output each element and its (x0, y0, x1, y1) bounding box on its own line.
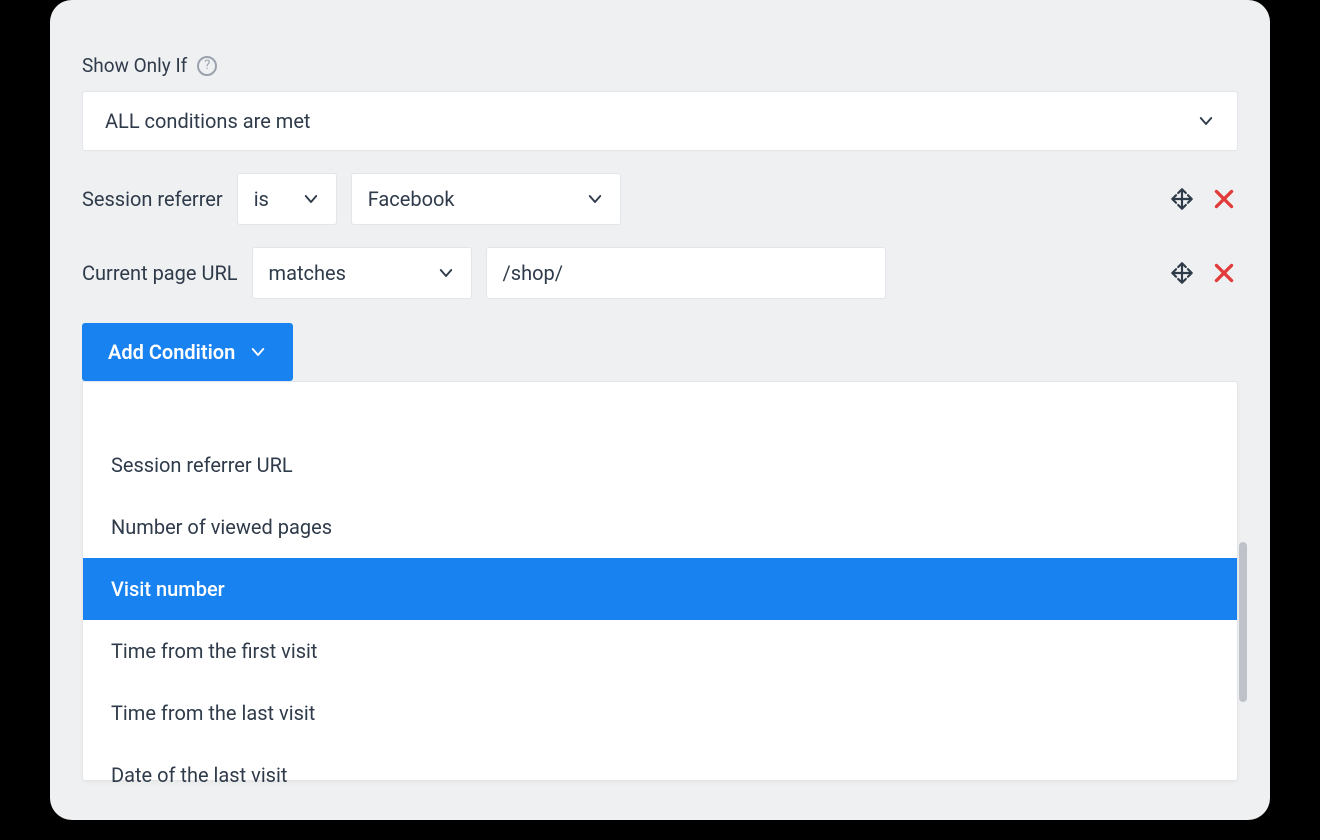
delete-icon[interactable] (1210, 185, 1238, 213)
match-mode-select[interactable]: ALL conditions are met (82, 91, 1238, 151)
condition-field-label: Session referrer (82, 187, 223, 211)
condition-field-label: Current page URL (82, 261, 238, 285)
dropdown-item-visit-number[interactable]: Visit number (83, 558, 1237, 620)
drag-handle-icon[interactable] (1168, 259, 1196, 287)
conditions-panel: Show Only If ? ALL conditions are met Se… (50, 0, 1270, 820)
add-condition-label: Add Condition (108, 340, 235, 364)
condition-operator-select[interactable]: is (237, 173, 337, 225)
chevron-down-icon (1197, 112, 1215, 130)
dropdown-item-label: Time from the last visit (111, 701, 315, 725)
drag-handle-icon[interactable] (1168, 185, 1196, 213)
add-condition-button[interactable]: Add Condition (82, 323, 293, 381)
dropdown-item-label: Date of the last visit (111, 763, 287, 787)
condition-value: Facebook (368, 187, 455, 211)
dropdown-item-date-last-visit[interactable]: Date of the last visit (83, 744, 1237, 806)
condition-operator-value: is (254, 187, 269, 211)
condition-value-input[interactable]: /shop/ (486, 247, 886, 299)
dropdown-item-session-referrer-url[interactable]: Session referrer URL (83, 434, 1237, 496)
condition-row: Session referrer is Facebook (82, 173, 1238, 225)
dropdown-item-label: Visit number (111, 577, 225, 601)
dropdown-item-label: Session referrer URL (111, 453, 293, 477)
dropdown-item-label: Time from the first visit (111, 639, 317, 663)
section-header: Show Only If ? (82, 54, 1238, 77)
match-mode-value: ALL conditions are met (105, 109, 310, 133)
delete-icon[interactable] (1210, 259, 1238, 287)
condition-value-select[interactable]: Facebook (351, 173, 621, 225)
dropdown-item-time-first-visit[interactable]: Time from the first visit (83, 620, 1237, 682)
scrollbar-thumb[interactable] (1239, 542, 1247, 702)
dropdown-item-viewed-pages[interactable]: Number of viewed pages (83, 496, 1237, 558)
section-title: Show Only If (82, 54, 187, 77)
dropdown-item-time-last-visit[interactable]: Time from the last visit (83, 682, 1237, 744)
help-icon[interactable]: ? (197, 56, 217, 76)
chevron-down-icon (302, 190, 320, 208)
condition-row: Current page URL matches /shop/ (82, 247, 1238, 299)
condition-operator-value: matches (269, 261, 346, 285)
chevron-down-icon (437, 264, 455, 282)
condition-operator-select[interactable]: matches (252, 247, 472, 299)
condition-value: /shop/ (503, 261, 563, 285)
dropdown-item-label: Number of viewed pages (111, 515, 332, 539)
chevron-down-icon (586, 190, 604, 208)
chevron-down-icon (249, 343, 267, 361)
add-condition-dropdown: Session referrer URL Number of viewed pa… (82, 381, 1238, 781)
